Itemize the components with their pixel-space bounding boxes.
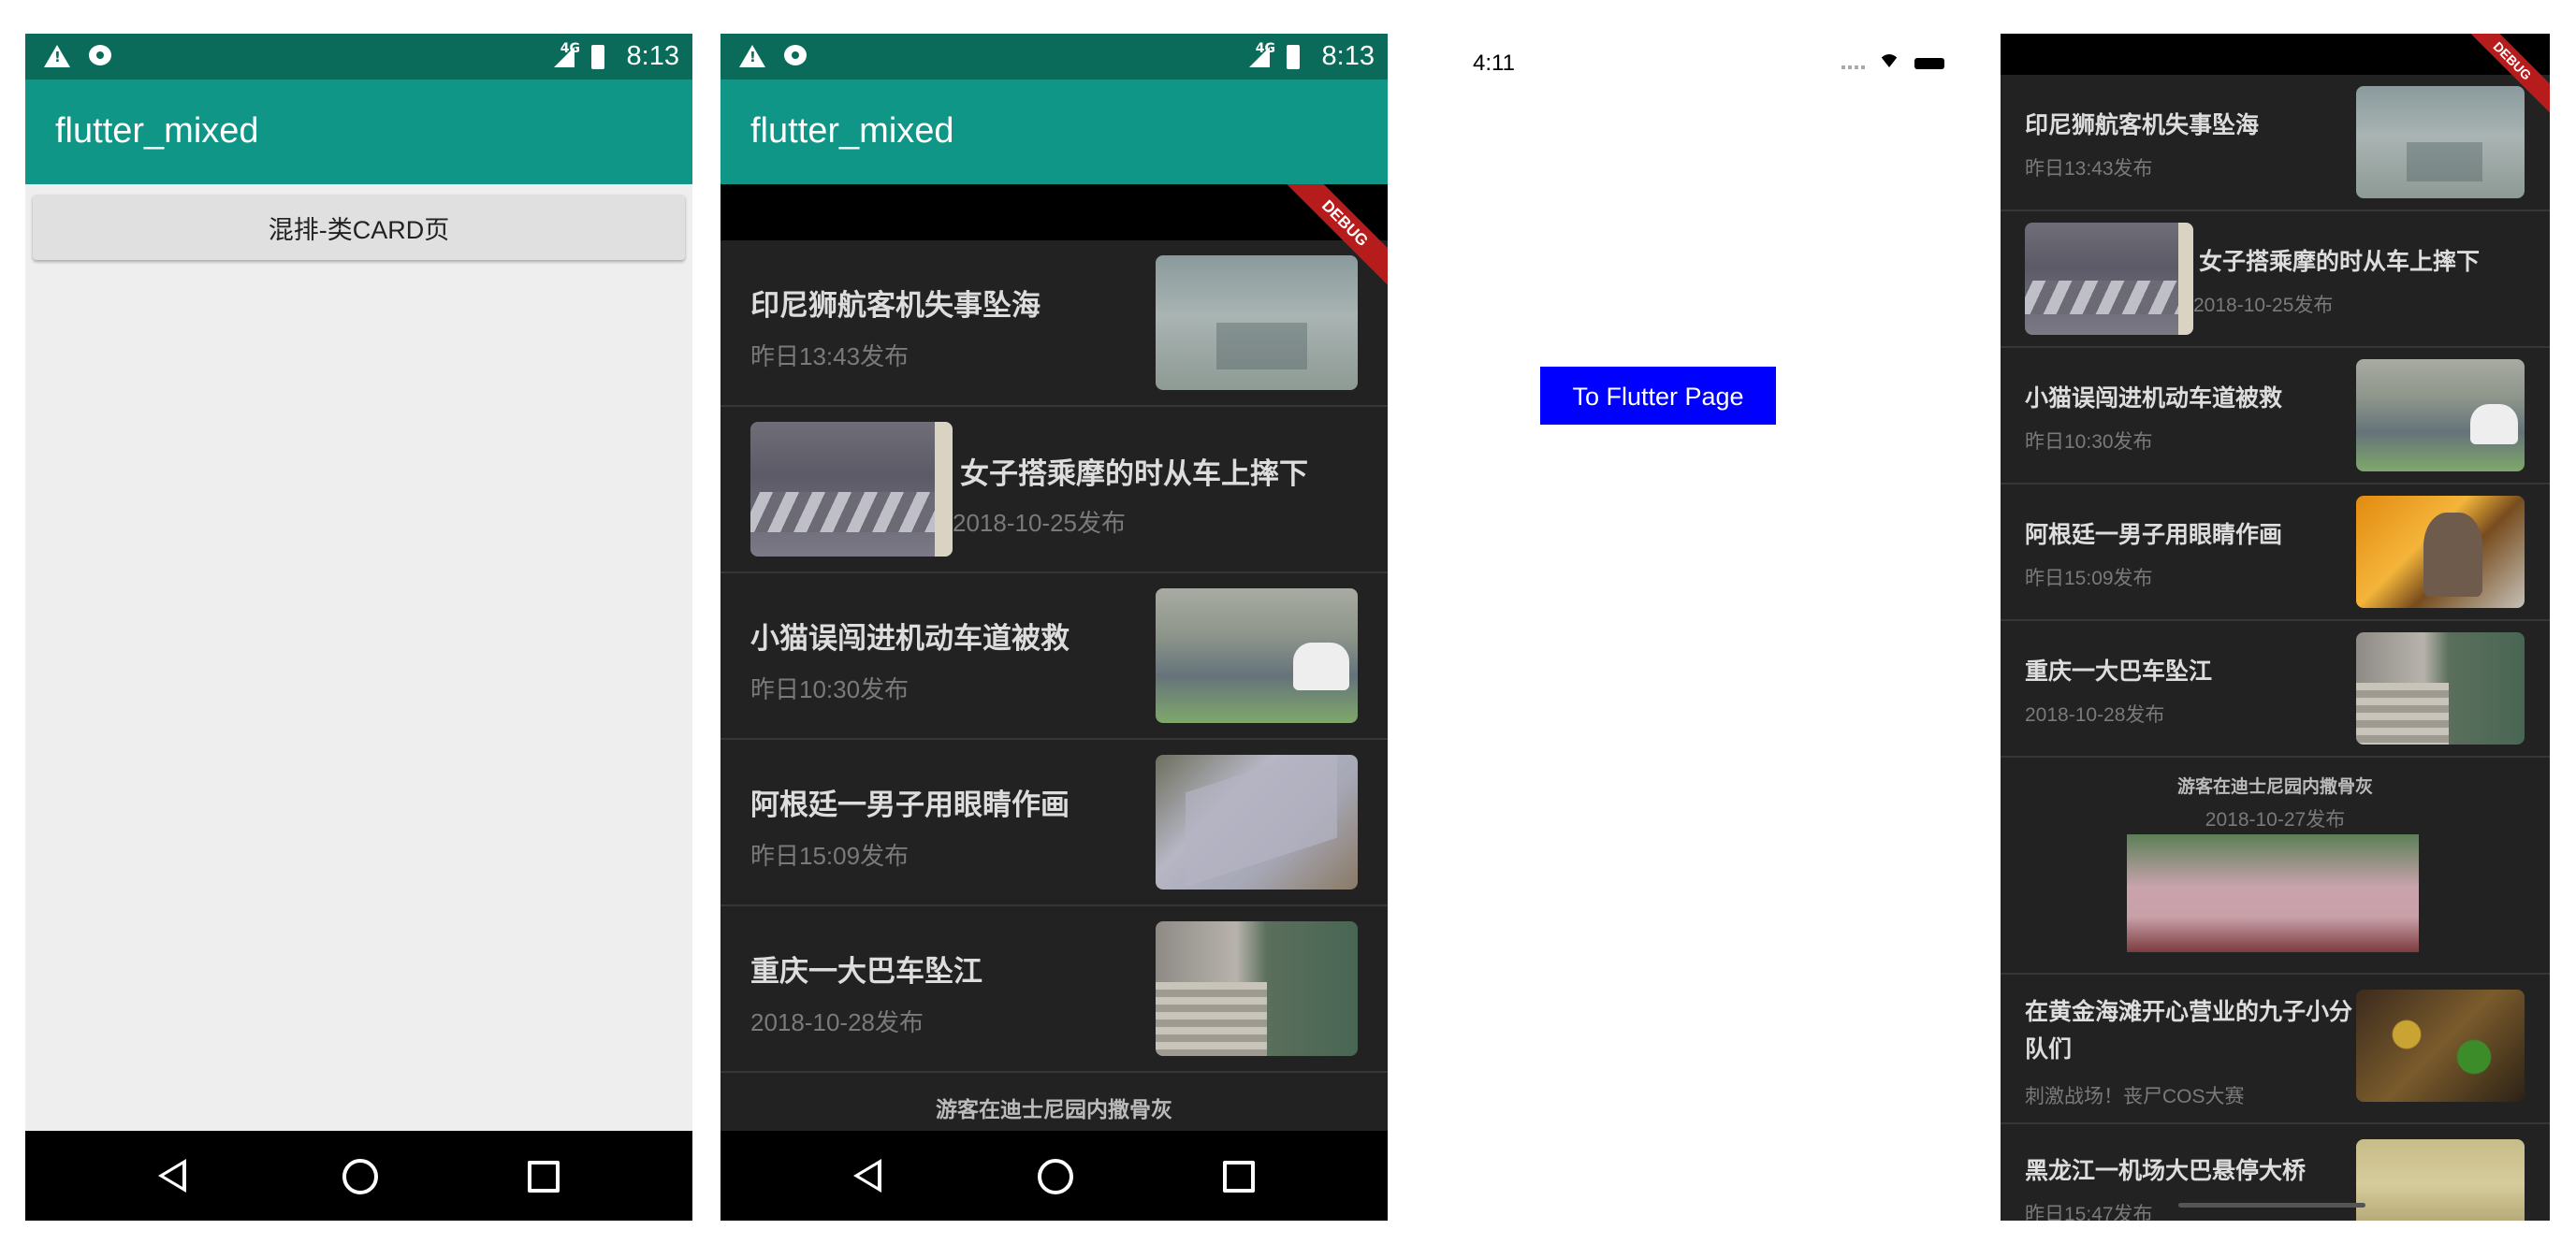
list-item[interactable]: 印尼狮航客机失事坠海 昨日13:43发布 (2001, 75, 2550, 211)
warning-icon (44, 45, 70, 67)
crosswalk-thumbnail (750, 422, 953, 557)
item-date: 2018-10-25发布 (953, 509, 1126, 537)
status-time: 4:11 (1473, 51, 1515, 76)
recents-icon[interactable] (528, 1161, 560, 1193)
item-title: 游客在迪士尼园内撒骨灰 (2176, 777, 2373, 797)
painting-thumbnail (1156, 755, 1358, 890)
ios-native-screen: 4:11 To Flutter Page (1441, 28, 1961, 1221)
item-subtitle: 刺激战场！丧尸COS大赛 (2025, 1086, 2245, 1107)
list-item[interactable]: 小猫误闯进机动车道被救 昨日10:30发布 (2001, 348, 2550, 485)
road-thumbnail (2356, 359, 2525, 471)
back-icon[interactable] (853, 1159, 881, 1193)
list-item[interactable]: 女子搭乘摩的时从车上摔下 2018-10-25发布 (2001, 211, 2550, 348)
home-icon[interactable] (342, 1159, 378, 1194)
signal-icon (1249, 47, 1270, 67)
item-date: 昨日10:30发布 (2025, 431, 2153, 453)
bus-river-thumbnail (2356, 632, 2525, 745)
list-item[interactable]: 印尼狮航客机失事坠海 昨日13:43发布 (720, 240, 1388, 407)
list-item[interactable]: 阿根廷一男子用眼睛作画 昨日15:09发布 (2001, 485, 2550, 621)
warning-icon (739, 45, 765, 67)
item-title: 阿根廷一男子用眼睛作画 (750, 788, 1070, 821)
status-time: 8:13 (626, 41, 679, 71)
item-date: 2018-10-28发布 (750, 1008, 924, 1036)
item-date: 昨日13:43发布 (750, 342, 910, 370)
item-date: 2018-10-28发布 (2025, 704, 2165, 726)
item-title: 女子搭乘摩的时从车上摔下 (2199, 249, 2481, 275)
item-date: 昨日10:30发布 (750, 675, 910, 703)
notification-icon (89, 45, 111, 65)
item-date: 昨日15:09发布 (2025, 568, 2153, 589)
ios-list-screen: DEBUG 印尼狮航客机失事坠海 昨日13:43发布 女子搭乘摩的时从车上摔下 … (2001, 34, 2550, 1221)
item-title: 小猫误闯进机动车道被救 (750, 622, 1070, 655)
item-title: 阿根廷一男子用眼睛作画 (2025, 522, 2283, 548)
water-thumbnail (1156, 255, 1358, 390)
app-bar: flutter_mixed (25, 80, 692, 184)
to-flutter-page-button[interactable]: To Flutter Page (1540, 367, 1776, 425)
item-date: 2018-10-27发布 (2205, 809, 2346, 831)
notification-icon (784, 45, 807, 65)
road-thumbnail (1156, 588, 1358, 723)
card-item[interactable]: 游客在迪士尼园内撒骨灰 2018-10-27发布 (2001, 758, 2550, 975)
item-title: 重庆一大巴车坠江 (750, 955, 982, 988)
navigation-bar (720, 1131, 1388, 1221)
bus-river-thumbnail (1156, 921, 1358, 1056)
home-icon[interactable] (1037, 1159, 1073, 1194)
battery-icon (1914, 58, 1944, 69)
android-home-screen: 4G 8:13 flutter_mixed 混排-类CARD页 (25, 34, 692, 1221)
party-thumbnail (2356, 990, 2525, 1102)
signal-icon (1841, 65, 1866, 69)
item-title: 印尼狮航客机失事坠海 (750, 289, 1041, 322)
list-item[interactable]: 重庆一大巴车坠江 2018-10-28发布 (720, 906, 1388, 1073)
item-date: 昨日13:43发布 (2025, 158, 2153, 180)
item-title: 黑龙江一机场大巴悬停大桥 (2025, 1158, 2307, 1184)
item-date: 昨日15:09发布 (750, 842, 910, 870)
bus-bridge-thumbnail (2356, 1139, 2525, 1221)
mixed-card-page-button[interactable]: 混排-类CARD页 (33, 195, 685, 260)
water-thumbnail (2356, 86, 2525, 198)
wifi-icon (1879, 54, 1899, 67)
painting-thumbnail (2356, 496, 2525, 608)
list-item[interactable]: 小猫误闯进机动车道被救 昨日10:30发布 (720, 573, 1388, 740)
item-title: 重庆一大巴车坠江 (2025, 658, 2213, 685)
item-title: 印尼狮航客机失事坠海 (2025, 112, 2260, 138)
status-time: 8:13 (1321, 41, 1375, 71)
battery-icon (591, 45, 604, 69)
park-thumbnail (2127, 834, 2419, 952)
item-date: 昨日15:47发布 (2025, 1204, 2153, 1221)
list-item[interactable]: 游客在迪士尼园内撒骨灰 (720, 1073, 1388, 1138)
navigation-bar (25, 1131, 692, 1221)
recents-icon[interactable] (1223, 1161, 1255, 1193)
item-date: 2018-10-25发布 (2193, 295, 2334, 316)
android-list-screen: 4G 8:13 flutter_mixed DEBUG 印尼狮航客机失事坠海 昨… (720, 34, 1388, 1221)
item-title: 女子搭乘摩的时从车上摔下 (960, 457, 1308, 490)
status-bar: 4G 8:13 (720, 34, 1388, 80)
app-title: flutter_mixed (55, 111, 259, 151)
status-bar: 4G 8:13 (25, 34, 692, 80)
battery-icon (1287, 45, 1300, 69)
app-bar: flutter_mixed (720, 80, 1388, 184)
signal-icon (554, 47, 575, 67)
list-item[interactable]: 重庆一大巴车坠江 2018-10-28发布 (2001, 621, 2550, 758)
app-title: flutter_mixed (750, 111, 954, 151)
crosswalk-thumbnail (2025, 223, 2193, 335)
list-item[interactable]: 阿根廷一男子用眼睛作画 昨日15:09发布 (720, 740, 1388, 906)
back-icon[interactable] (158, 1159, 186, 1193)
item-title: 小猫误闯进机动车道被救 (2025, 385, 2283, 412)
item-title: 游客在迪士尼园内撒骨灰 (936, 1097, 1172, 1121)
scroll-indicator[interactable] (2178, 1203, 2365, 1208)
item-title: 在黄金海滩开心营业的九子小分队们 (2025, 999, 2353, 1063)
list-item[interactable]: 女子搭乘摩的时从车上摔下 2018-10-25发布 (720, 407, 1388, 573)
list-item[interactable]: 在黄金海滩开心营业的九子小分队们 刺激战场！丧尸COS大赛 (2001, 975, 2550, 1124)
